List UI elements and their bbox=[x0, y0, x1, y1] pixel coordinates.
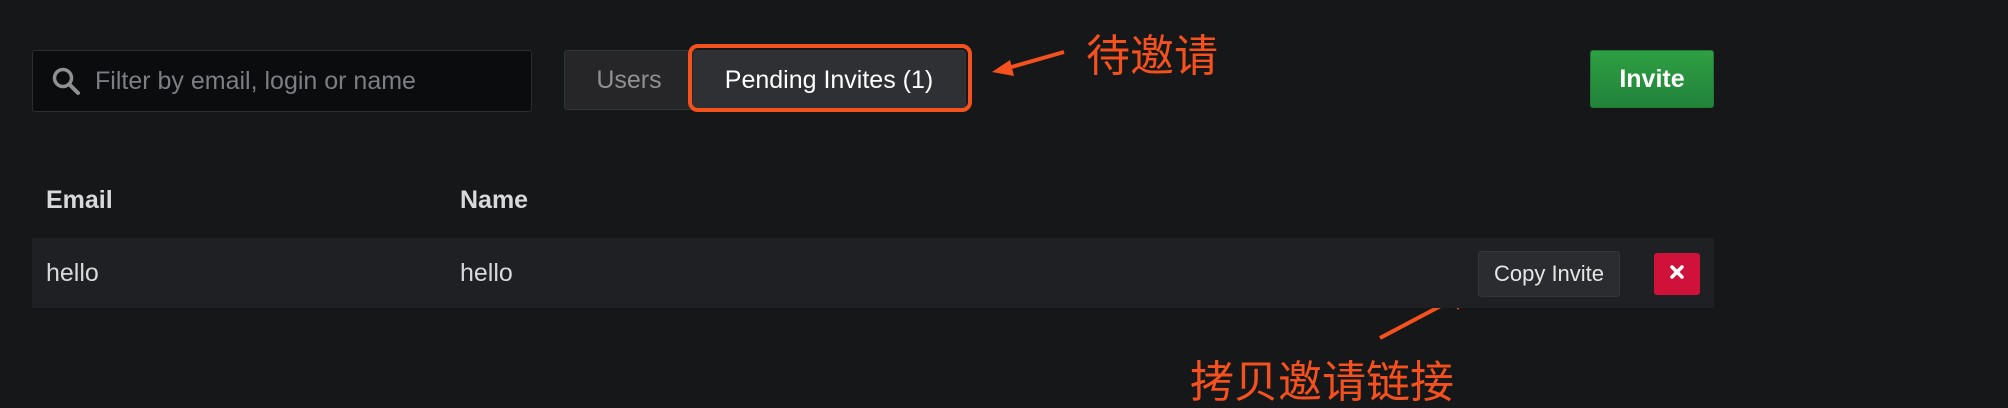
search-icon bbox=[49, 64, 83, 98]
annotation-pending-note: 待邀请 bbox=[1086, 31, 1218, 82]
annotation-arrowhead-pending bbox=[992, 60, 1014, 76]
close-icon bbox=[1669, 264, 1685, 285]
invite-button[interactable]: Invite bbox=[1590, 50, 1714, 108]
copy-invite-button[interactable]: Copy Invite bbox=[1478, 251, 1620, 297]
annotation-copy-note: 拷贝邀请链接 bbox=[1190, 357, 1454, 408]
table-row: hello hello Copy Invite bbox=[32, 238, 1714, 308]
delete-invite-button[interactable] bbox=[1654, 253, 1700, 295]
pending-invites-page: Users Pending Invites (1) Invite 待邀请 拷贝邀… bbox=[0, 0, 2008, 408]
search-input[interactable] bbox=[95, 66, 515, 96]
cell-email: hello bbox=[46, 258, 99, 287]
cell-name: hello bbox=[460, 258, 513, 287]
column-header-name: Name bbox=[460, 186, 529, 214]
tab-pending-invites[interactable]: Pending Invites (1) bbox=[693, 51, 965, 109]
search-filter[interactable] bbox=[32, 50, 532, 112]
tab-bar: Users Pending Invites (1) bbox=[564, 50, 966, 110]
annotation-arrow-pending bbox=[1007, 50, 1065, 70]
tab-users[interactable]: Users bbox=[565, 51, 693, 109]
column-header-email: Email bbox=[46, 186, 113, 214]
